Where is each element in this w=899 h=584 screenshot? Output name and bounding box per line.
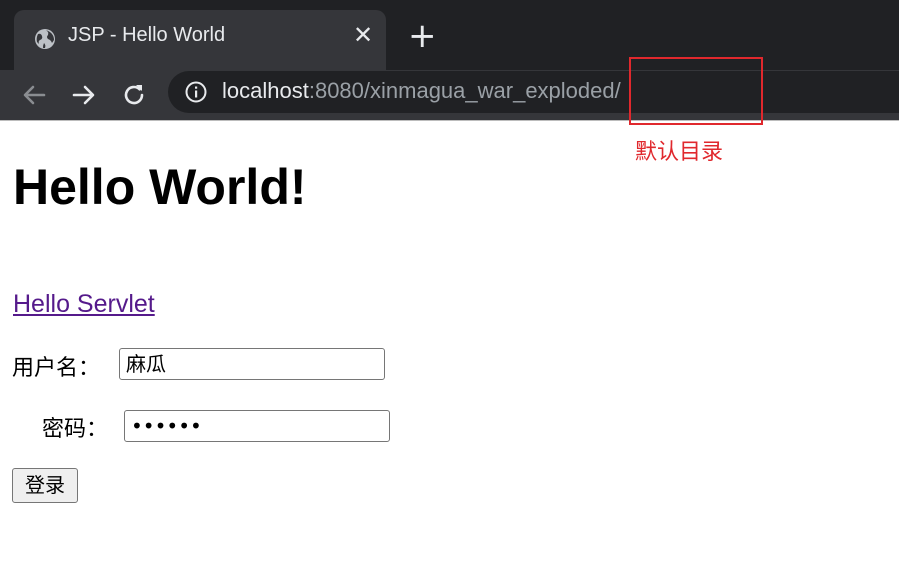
hello-servlet-link[interactable]: Hello Servlet: [13, 290, 155, 319]
username-input[interactable]: 麻瓜: [119, 348, 385, 380]
tab-strip: JSP - Hello World ✕ +: [0, 0, 899, 70]
password-label: 密码：: [42, 417, 109, 442]
chrome-divider: [0, 120, 899, 121]
page-heading: Hello World!: [13, 159, 307, 215]
reload-icon[interactable]: [118, 79, 150, 111]
annotation-box: [629, 57, 763, 125]
browser-tab[interactable]: JSP - Hello World ✕: [14, 10, 386, 70]
globe-icon: [33, 27, 57, 51]
username-label: 用户名：: [12, 356, 101, 381]
url-path: :8080/xinmagua_war_exploded/: [308, 78, 621, 103]
forward-arrow-icon[interactable]: [68, 79, 100, 111]
browser-toolbar: localhost:8080/xinmagua_war_exploded/: [0, 70, 899, 120]
address-bar[interactable]: localhost:8080/xinmagua_war_exploded/: [168, 71, 899, 113]
info-icon[interactable]: [184, 80, 208, 104]
login-button[interactable]: 登录: [12, 468, 78, 503]
new-tab-icon[interactable]: +: [408, 19, 437, 53]
annotation-label: 默认目录: [635, 140, 724, 165]
url-text: localhost:8080/xinmagua_war_exploded/: [222, 78, 621, 104]
back-arrow-icon[interactable]: [18, 79, 50, 111]
url-host: localhost: [222, 78, 309, 103]
tab-title: JSP - Hello World: [68, 24, 226, 46]
close-icon[interactable]: ✕: [352, 23, 374, 47]
password-input[interactable]: ••••••: [124, 410, 390, 442]
